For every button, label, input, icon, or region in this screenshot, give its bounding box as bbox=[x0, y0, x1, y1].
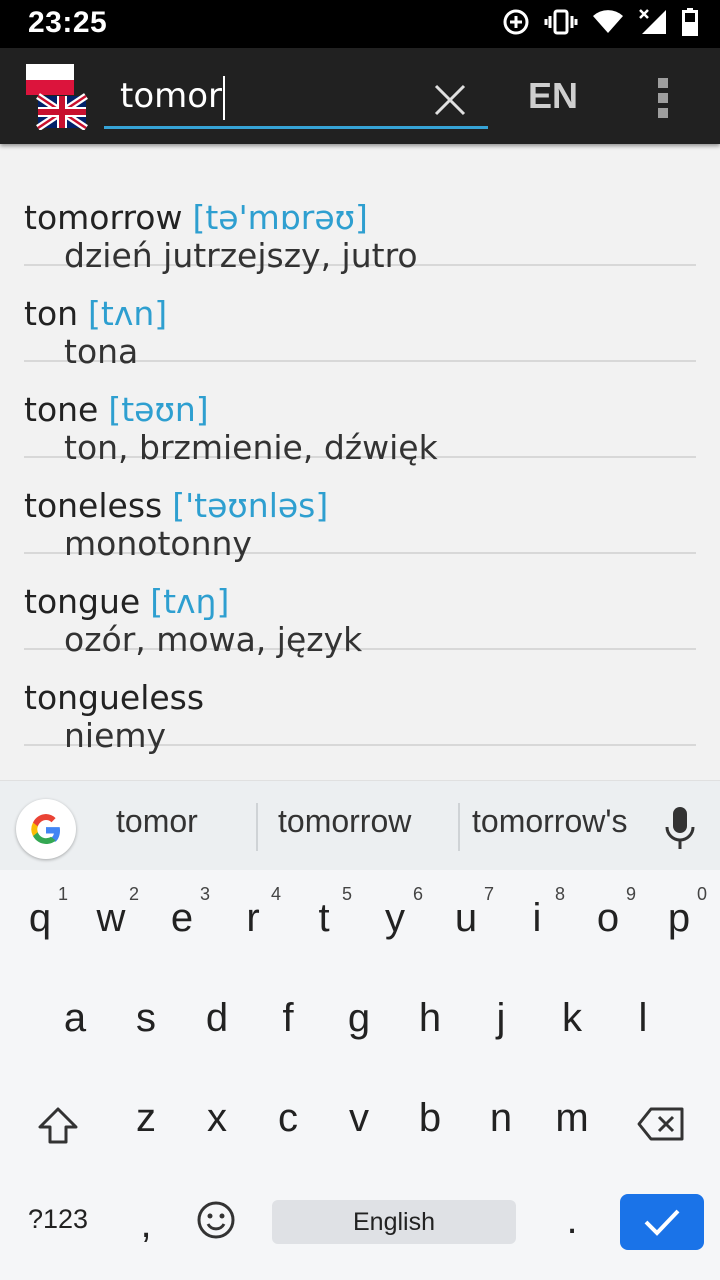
entry-word: toneless bbox=[24, 486, 163, 525]
list-item[interactable]: tongue [tʌŋ] ozór, mowa, język bbox=[24, 552, 696, 659]
key-period[interactable]: . bbox=[540, 1176, 604, 1272]
google-logo-icon[interactable] bbox=[16, 799, 76, 859]
key-r[interactable]: r4 bbox=[221, 870, 285, 966]
text-cursor bbox=[223, 75, 226, 120]
key-h[interactable]: h bbox=[398, 970, 462, 1066]
key-j[interactable]: j bbox=[469, 970, 533, 1066]
suggestion-divider bbox=[458, 803, 460, 851]
key-s[interactable]: s bbox=[114, 970, 178, 1066]
microphone-icon[interactable] bbox=[660, 805, 700, 853]
backspace-key[interactable] bbox=[624, 1076, 698, 1172]
entry-pronunciation: [tʌŋ] bbox=[150, 582, 230, 621]
data-saver-icon bbox=[503, 9, 529, 35]
entry-translation: niemy bbox=[64, 716, 167, 755]
battery-icon bbox=[682, 8, 698, 36]
key-i[interactable]: i8 bbox=[505, 870, 569, 966]
suggestion-item[interactable]: tomorrow's bbox=[472, 803, 627, 840]
app-bar: tomor EN bbox=[0, 48, 720, 144]
entry-pronunciation: [tə'mɒrəʊ] bbox=[192, 198, 368, 237]
list-item[interactable]: tone [təʊn] ton, brzmienie, dźwięk bbox=[24, 360, 696, 467]
key-e[interactable]: e3 bbox=[150, 870, 214, 966]
vibrate-icon bbox=[544, 9, 578, 35]
entry-word: tone bbox=[24, 390, 99, 429]
key-v[interactable]: v bbox=[327, 1070, 391, 1166]
key-k[interactable]: k bbox=[540, 970, 604, 1066]
keyboard-suggestion-bar: tomor tomorrow tomorrow's bbox=[0, 780, 720, 871]
entry-word: ton bbox=[24, 294, 79, 333]
list-item[interactable]: toneless ['təʊnləs] monotonny bbox=[24, 456, 696, 563]
clear-icon[interactable] bbox=[428, 78, 472, 122]
entry-pronunciation: [təʊn] bbox=[108, 390, 209, 429]
list-item[interactable]: tongueless niemy bbox=[24, 648, 696, 755]
checkmark-icon bbox=[644, 1209, 680, 1236]
space-key[interactable]: English bbox=[272, 1200, 516, 1244]
emoji-key[interactable] bbox=[184, 1176, 248, 1272]
key-l[interactable]: l bbox=[611, 970, 675, 1066]
emoji-icon bbox=[197, 1201, 235, 1239]
key-c[interactable]: c bbox=[256, 1070, 320, 1166]
suggestion-divider bbox=[256, 803, 258, 851]
key-n[interactable]: n bbox=[469, 1070, 533, 1166]
key-a[interactable]: a bbox=[43, 970, 107, 1066]
key-b[interactable]: b bbox=[398, 1070, 462, 1166]
enter-key[interactable] bbox=[620, 1194, 704, 1250]
suggestion-item[interactable]: tomor bbox=[116, 803, 198, 840]
entry-word: tongueless bbox=[24, 678, 205, 717]
entry-pronunciation: ['təʊnləs] bbox=[172, 486, 329, 525]
entry-pronunciation: [tʌn] bbox=[88, 294, 168, 333]
key-comma[interactable]: , bbox=[114, 1176, 178, 1272]
overflow-menu-icon[interactable] bbox=[646, 74, 682, 122]
key-z[interactable]: z bbox=[114, 1070, 178, 1166]
key-t[interactable]: t5 bbox=[292, 870, 356, 966]
status-time: 23:25 bbox=[28, 6, 108, 39]
backspace-icon bbox=[637, 1107, 684, 1141]
signal-x-icon bbox=[639, 9, 666, 34]
symbols-key[interactable]: ?123 bbox=[16, 1176, 100, 1272]
shift-key[interactable] bbox=[26, 1076, 90, 1172]
key-o[interactable]: o9 bbox=[576, 870, 640, 966]
suggestion-item[interactable]: tomorrow bbox=[278, 803, 411, 840]
language-button[interactable]: EN bbox=[508, 70, 598, 122]
list-item[interactable]: tomorrow [tə'mɒrəʊ] dzień jutrzejszy, jut… bbox=[24, 168, 696, 275]
key-d[interactable]: d bbox=[185, 970, 249, 1066]
wifi-icon bbox=[593, 10, 623, 33]
entry-word: tomorrow bbox=[24, 198, 183, 237]
key-u[interactable]: u7 bbox=[434, 870, 498, 966]
search-input-text: tomor bbox=[120, 76, 223, 116]
key-w[interactable]: w2 bbox=[79, 870, 143, 966]
keyboard: q1 w2 e3 r4 t5 y6 u7 i8 o9 p0 a s d f g … bbox=[0, 870, 720, 1280]
pl-en-flags-icon[interactable] bbox=[26, 62, 88, 130]
results-list: tomorrow [tə'mɒrəʊ] dzień jutrzejszy, jut… bbox=[0, 144, 720, 780]
key-y[interactable]: y6 bbox=[363, 870, 427, 966]
key-p[interactable]: p0 bbox=[647, 870, 711, 966]
key-g[interactable]: g bbox=[327, 970, 391, 1066]
key-x[interactable]: x bbox=[185, 1070, 249, 1166]
key-f[interactable]: f bbox=[256, 970, 320, 1066]
key-q[interactable]: q1 bbox=[8, 870, 72, 966]
status-bar: 23:25 bbox=[0, 0, 720, 48]
entry-word: tongue bbox=[24, 582, 141, 621]
list-item[interactable]: ton [tʌn] tona bbox=[24, 264, 696, 371]
shift-icon bbox=[38, 1107, 78, 1144]
key-m[interactable]: m bbox=[540, 1070, 604, 1166]
